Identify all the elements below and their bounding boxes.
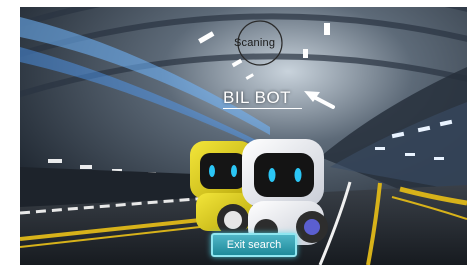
game-viewport: Scaning BIL BOT Exit search xyxy=(20,7,467,265)
scanning-status-label: Scaning xyxy=(234,37,276,49)
device-name-underline xyxy=(223,108,302,109)
white-robot xyxy=(242,139,328,245)
exit-search-button[interactable]: Exit search xyxy=(211,233,297,257)
device-name-label[interactable]: BIL BOT xyxy=(223,88,291,108)
